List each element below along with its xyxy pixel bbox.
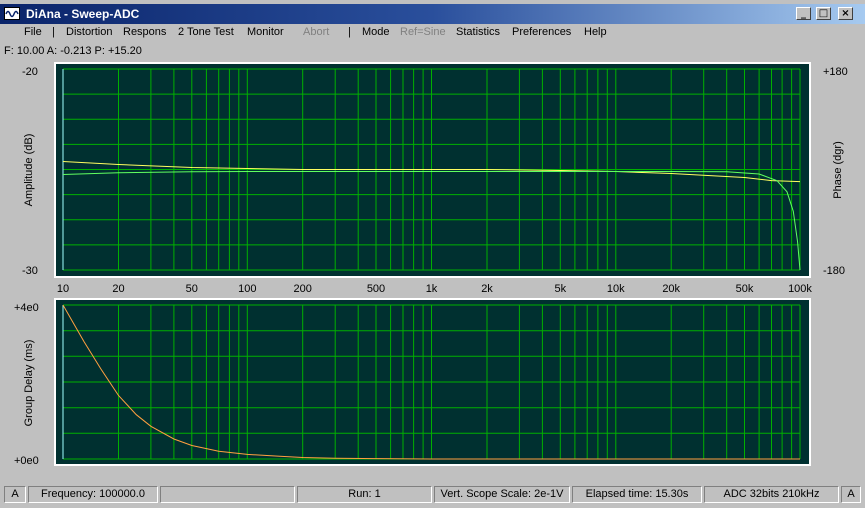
charts: -20 -30 +180 -180 Amplitude (dB) Phase (… — [14, 62, 848, 467]
frequency-tick-label: 10 — [57, 283, 69, 295]
status-bar: A Frequency: 100000.0 Run: 1 Vert. Scope… — [0, 485, 865, 505]
frequency-tick-label: 100k — [788, 283, 812, 295]
frequency-tick-label: 10k — [607, 283, 625, 295]
frequency-tick-label: 50 — [186, 283, 198, 295]
status-blank — [160, 486, 295, 503]
frequency-tick-label: 20 — [112, 283, 124, 295]
status-right-letter: A — [841, 486, 861, 503]
frequency-tick-label: 50k — [736, 283, 754, 295]
group-delay-axis-label: Group Delay (ms) — [23, 340, 35, 427]
delay-y-tick-top: +4e0 — [14, 302, 39, 314]
phase-y-tick-bottom: -180 — [823, 265, 845, 277]
delay-y-tick-bottom: +0e0 — [14, 455, 39, 467]
amplitude-axis-label: Amplitude (dB) — [23, 134, 35, 207]
status-scope-scale: Vert. Scope Scale: 2e-1V — [434, 486, 570, 503]
status-run: Run: 1 — [297, 486, 432, 503]
phase-axis-label: Phase (dgr) — [832, 141, 844, 198]
amplitude-y-tick-top: -20 — [22, 66, 38, 78]
frequency-tick-label: 1k — [426, 283, 438, 295]
frequency-tick-label: 100 — [238, 283, 256, 295]
frequency-tick-label: 5k — [554, 283, 566, 295]
frequency-tick-label: 200 — [294, 283, 312, 295]
status-adc: ADC 32bits 210kHz — [704, 486, 839, 503]
status-elapsed-time: Elapsed time: 15.30s — [572, 486, 702, 503]
status-frequency: Frequency: 100000.0 — [28, 486, 158, 503]
frequency-tick-label: 2k — [481, 283, 493, 295]
frequency-tick-labels: 10 20 50 100 200 500 1k 2k 5k 10k 20k 50k 100k — [57, 283, 813, 295]
amplitude-y-tick-bottom: -30 — [22, 265, 38, 277]
frequency-tick-label: 20k — [662, 283, 680, 295]
status-left-letter: A — [4, 486, 26, 503]
frequency-tick-label: 500 — [367, 283, 385, 295]
phase-y-tick-top: +180 — [823, 66, 848, 78]
